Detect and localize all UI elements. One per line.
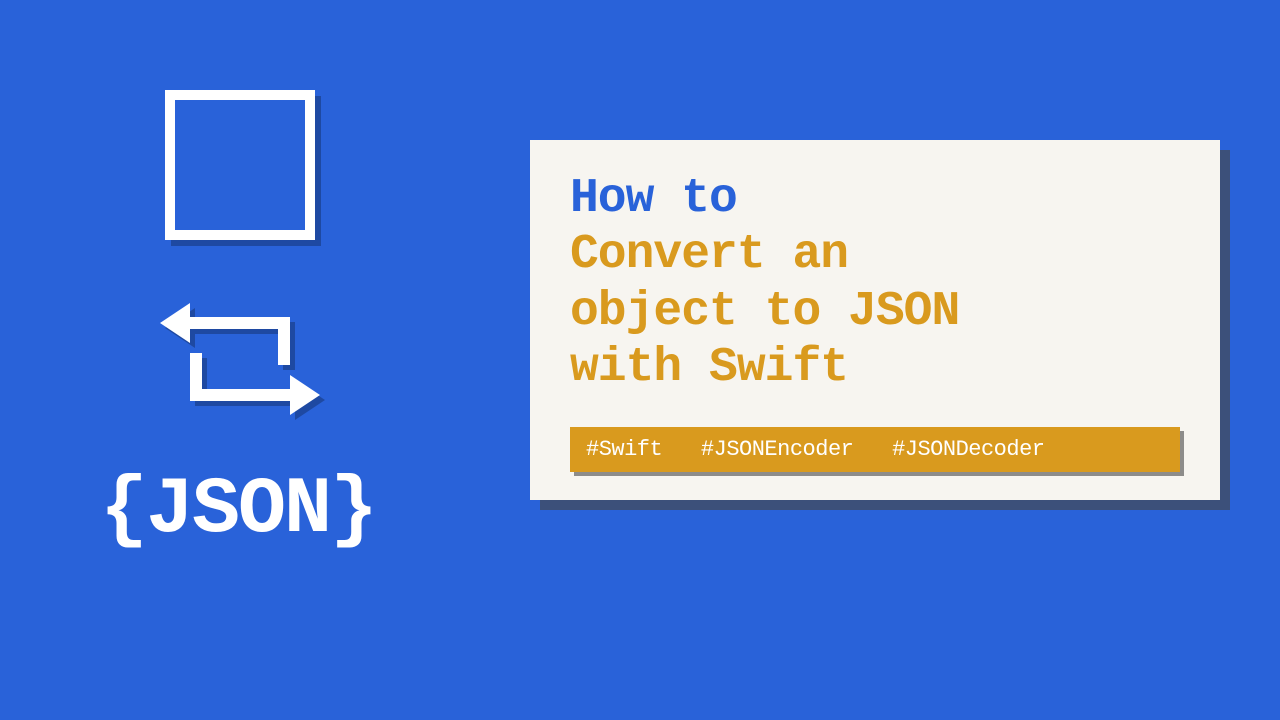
tag-bar: #Swift #JSONEncoder #JSONDecoder (570, 427, 1180, 472)
left-graphics: {JSON} (100, 90, 420, 556)
tag-swift: #Swift (586, 437, 662, 462)
tag-jsondecoder: #JSONDecoder (892, 437, 1044, 462)
card-title: Convert anobject to JSONwith Swift (570, 227, 1180, 397)
tag-jsonencoder: #JSONEncoder (701, 437, 853, 462)
swap-arrows-icon (160, 295, 420, 425)
json-label: {JSON} (100, 465, 420, 556)
card-prefix: How to (570, 172, 1180, 227)
title-card: How to Convert anobject to JSONwith Swif… (530, 140, 1220, 500)
square-icon (165, 90, 315, 240)
